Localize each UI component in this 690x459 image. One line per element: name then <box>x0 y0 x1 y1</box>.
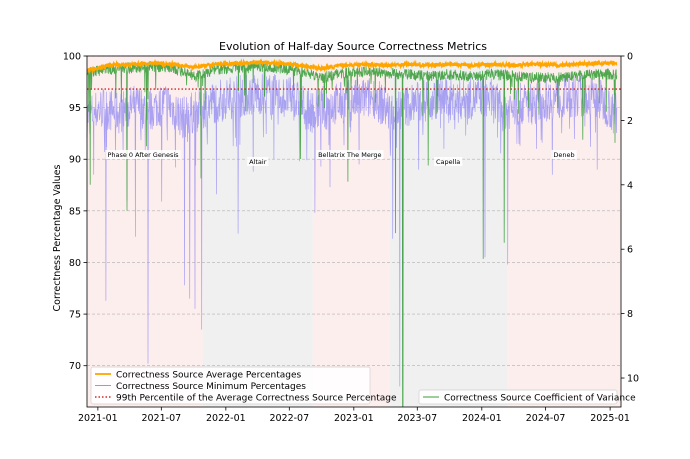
y-tick-label-85: 85 <box>69 206 81 217</box>
legend-left-label-1: Correctness Source Minimum Percentages <box>116 382 306 392</box>
x-tick-label-2025-01: 2025-01 <box>590 413 630 424</box>
x-tick-label-2023-01: 2023-01 <box>334 413 374 424</box>
legend-right-label-0: Correctness Source Coefficient of Varian… <box>444 393 636 403</box>
y-tick-label-90: 90 <box>69 155 81 166</box>
x-tick-label-2024-07: 2024-07 <box>526 413 566 424</box>
x-tick-label-2022-01: 2022-01 <box>206 413 246 424</box>
legend-left: Correctness Source Average Percentages Co… <box>90 366 397 405</box>
phase-label-4: Deneb <box>553 151 574 159</box>
y-tick-label-80: 80 <box>69 258 81 269</box>
y-tick-label-70: 70 <box>69 361 81 372</box>
chart-title: Evolution of Half-day Source Correctness… <box>219 40 487 53</box>
phase-label-1: Altair <box>249 158 267 166</box>
phase-label-3: Capella <box>436 158 460 166</box>
phase-label-2: Bellatrix The Merge <box>318 151 381 159</box>
y2-tick-label-10: 10 <box>627 374 639 385</box>
y-tick-label-100: 100 <box>63 52 81 63</box>
y-tick-label-75: 75 <box>69 310 81 321</box>
y-tick-label-95: 95 <box>69 103 81 114</box>
y2-tick-label-2: 2 <box>627 116 633 127</box>
y2-tick-label-4: 4 <box>627 180 633 191</box>
phase-label-0: Phase 0 After Genesis <box>107 151 179 159</box>
x-tick-label-2023-07: 2023-07 <box>397 413 437 424</box>
legend-right: Correctness Source Coefficient of Varian… <box>418 389 636 405</box>
x-tick-label-2021-01: 2021-01 <box>78 413 118 424</box>
y-axis-label: Correctness Percentage Values <box>52 164 63 311</box>
y2-tick-label-0: 0 <box>627 52 633 63</box>
legend-left-label-2: 99th Percentile of the Average Correctne… <box>116 393 397 403</box>
chart: Phase 0 After Genesis Altair Bellatrix The… <box>52 40 639 424</box>
x-tick-label-2024-01: 2024-01 <box>462 413 502 424</box>
y2-tick-label-8: 8 <box>627 309 633 320</box>
legend-left-label-0: Correctness Source Average Percentages <box>116 370 302 380</box>
y2-tick-label-6: 6 <box>627 245 633 256</box>
x-tick-label-2021-07: 2021-07 <box>141 413 181 424</box>
x-tick-label-2022-07: 2022-07 <box>269 413 309 424</box>
